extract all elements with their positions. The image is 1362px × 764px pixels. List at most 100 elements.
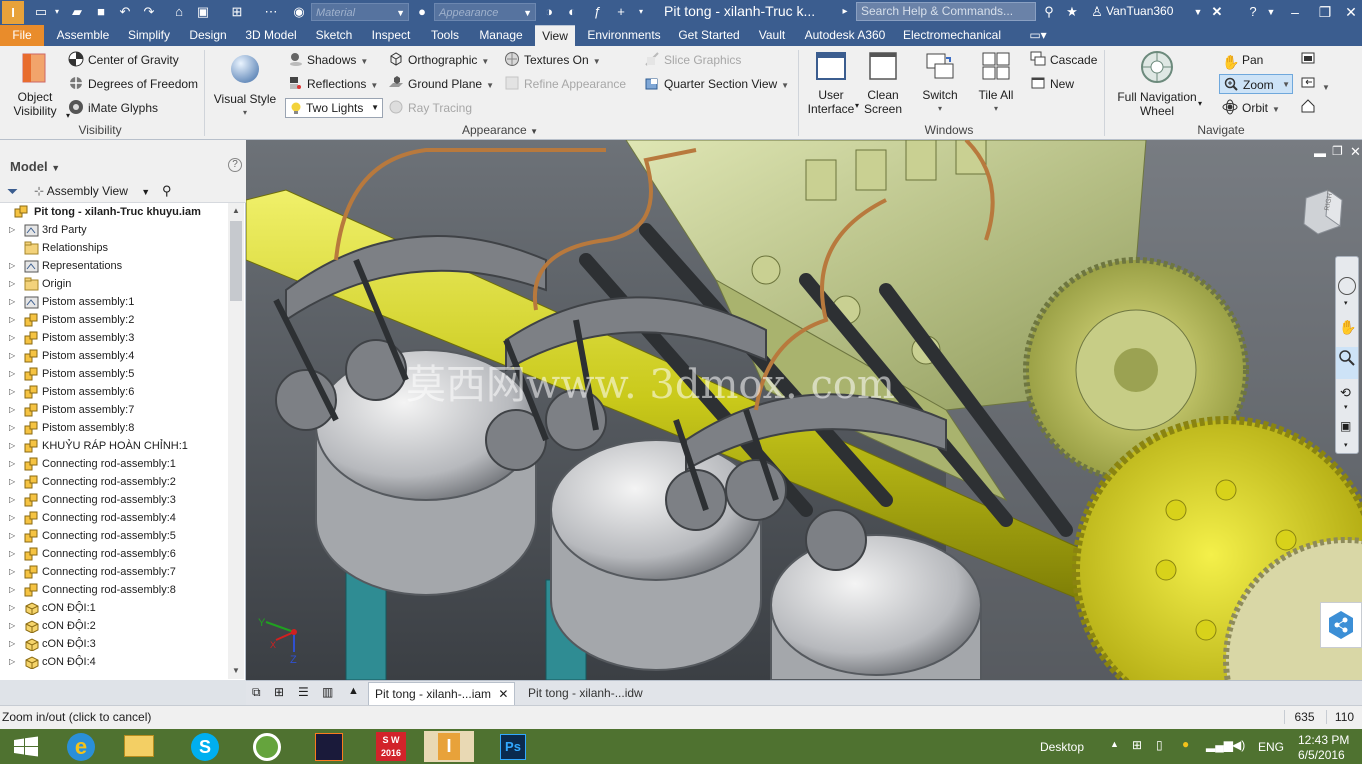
appearance-group-label[interactable]: Appearance ▼ <box>440 123 560 137</box>
tile-vertical-icon[interactable]: ▥ <box>322 685 333 699</box>
orthographic-button[interactable]: Orthographic ▼ <box>388 50 489 70</box>
expand-chevron-icon[interactable]: ▷ <box>9 617 15 635</box>
tree-node[interactable]: ▷ Connecting rod-assembly:7 <box>0 563 228 581</box>
orbit-button[interactable]: Orbit ▼ <box>1222 98 1280 118</box>
tile-all-dropdown-icon[interactable]: ▾ <box>972 102 1020 116</box>
tree-node[interactable]: ▷ Pistom assembly:7 <box>0 401 228 419</box>
user-interface-button[interactable]: User Interface <box>806 50 856 116</box>
tree-node[interactable]: ▷ Connecting rod-assembly:4 <box>0 509 228 527</box>
lighting-style-combo[interactable]: Two Lights ▼ <box>285 98 383 118</box>
tree-node[interactable]: ▷ Connecting rod-assembly:8 <box>0 581 228 599</box>
tree-node[interactable]: ▷ cON ĐỘI:2 <box>0 617 228 635</box>
user-dropdown-icon[interactable]: ▼ <box>1189 3 1207 21</box>
tree-node[interactable]: ▷ Pistom assembly:3 <box>0 329 228 347</box>
tab-electromechanical[interactable]: Electromechanical <box>898 25 1006 46</box>
close-icon[interactable]: ✕ <box>1336 0 1362 25</box>
object-visibility-button[interactable]: Object Visibility <box>8 52 62 118</box>
expand-chevron-icon[interactable]: ▷ <box>9 419 15 437</box>
clear-appearance-icon[interactable]: ◐ <box>563 3 581 21</box>
tray-windows-icon[interactable]: ⊞ <box>1132 738 1142 752</box>
tree-node[interactable]: ▷ Connecting rod-assembly:6 <box>0 545 228 563</box>
tab-design[interactable]: Design <box>182 25 234 46</box>
exchange-apps-icon[interactable]: ✕ <box>1208 3 1226 21</box>
clean-screen-button[interactable]: Clean Screen <box>860 50 906 116</box>
new-dropdown-icon[interactable]: ▾ <box>48 3 66 21</box>
view-face-button[interactable] <box>1300 50 1320 70</box>
tile-horizontal-icon[interactable]: ☰ <box>298 685 309 699</box>
ground-plane-dropdown-icon[interactable]: ▼ <box>486 81 494 90</box>
tab-autodesk-a360[interactable]: Autodesk A360 <box>798 25 892 46</box>
tile-all-button[interactable]: Tile All ▾ <box>972 50 1020 116</box>
material-combo[interactable]: Material ▼ <box>311 3 409 21</box>
inventor-app-icon[interactable]: I <box>2 1 24 24</box>
tree-node[interactable]: ▷ Connecting rod-assembly:1 <box>0 455 228 473</box>
shadows-button[interactable]: Shadows ▼ <box>287 50 368 70</box>
open-folder-icon[interactable]: ▰ <box>68 3 86 21</box>
scroll-up-icon[interactable]: ▲ <box>228 203 244 219</box>
navbar-orbit-dropdown-icon[interactable]: ▾ <box>1344 403 1348 411</box>
expand-chevron-icon[interactable]: ▷ <box>9 347 15 365</box>
graphics-viewport[interactable]: 莫西网www. 3dmox. com Y Z X ▬ ❐ ✕ RIGHT ▾ ✋ <box>246 140 1362 680</box>
expand-chevron-icon[interactable]: ▷ <box>9 509 15 527</box>
favorites-star-icon[interactable]: ★ <box>1063 3 1081 21</box>
save-icon[interactable]: ■ <box>92 3 110 21</box>
scroll-thumb[interactable] <box>230 221 242 301</box>
expand-chevron-icon[interactable]: ▷ <box>9 473 15 491</box>
home-view-button[interactable] <box>1300 98 1320 118</box>
doc-tab-idw[interactable]: Pit tong - xilanh-...idw <box>522 682 649 705</box>
visual-style-dropdown-icon[interactable]: ▾ <box>212 106 278 120</box>
home-icon[interactable]: ⌂ <box>170 3 188 21</box>
expand-chevron-icon[interactable]: ▷ <box>9 635 15 653</box>
ray-tracing-button[interactable]: Ray Tracing <box>388 98 472 118</box>
reflections-dropdown-icon[interactable]: ▼ <box>370 81 378 90</box>
navbar-orbit-icon[interactable]: ⟲ <box>1340 385 1351 401</box>
tab-get-started[interactable]: Get Started <box>672 25 746 46</box>
expand-chevron-icon[interactable]: ▷ <box>9 545 15 563</box>
slice-graphics-button[interactable]: Slice Graphics <box>644 50 741 70</box>
taskbar-ie[interactable]: e <box>56 731 106 762</box>
tree-node[interactable]: ▷ Representations <box>0 257 228 275</box>
browser-title[interactable]: Model ▼ <box>10 159 60 174</box>
tree-node[interactable]: ▷ Connecting rod-assembly:5 <box>0 527 228 545</box>
desktop-toolbar-label[interactable]: Desktop <box>1040 740 1084 754</box>
tab-environments[interactable]: Environments <box>582 25 666 46</box>
engine-model-render[interactable]: 莫西网www. 3dmox. com Y Z X <box>246 140 1362 680</box>
tree-node[interactable]: ▷ Pistom assembly:5 <box>0 365 228 383</box>
expand-chevron-icon[interactable]: ▷ <box>9 599 15 617</box>
tree-node[interactable]: Relationships <box>0 239 228 257</box>
center-of-gravity-button[interactable]: Center of Gravity <box>68 50 179 70</box>
find-binoculars-icon[interactable]: ⚲ <box>162 183 172 199</box>
browser-scrollbar[interactable]: ▲ ▼ <box>228 203 244 679</box>
orbit-dropdown-icon[interactable]: ▼ <box>1272 105 1280 114</box>
tree-node[interactable]: ▷ 3rd Party <box>0 221 228 239</box>
quarter-section-dropdown-icon[interactable]: ▼ <box>781 81 789 90</box>
tab-sketch[interactable]: Sketch <box>308 25 360 46</box>
orthographic-dropdown-icon[interactable]: ▼ <box>481 57 489 66</box>
switch-window-button[interactable]: Switch ▾ <box>916 50 964 116</box>
viewport-restore-icon[interactable]: ❐ <box>1332 144 1343 158</box>
expand-chevron-icon[interactable]: ▷ <box>9 293 15 311</box>
expand-chevron-icon[interactable]: ▷ <box>9 221 15 239</box>
tree-node[interactable]: ▷ Pistom assembly:8 <box>0 419 228 437</box>
user-icon[interactable]: ♙ <box>1088 3 1106 21</box>
tab-3d-model[interactable]: 3D Model <box>238 25 304 46</box>
textures-dropdown-icon[interactable]: ▼ <box>593 57 601 66</box>
cascade-button[interactable]: Cascade <box>1030 50 1097 70</box>
expand-chevron-icon[interactable]: ▷ <box>9 455 15 473</box>
previous-view-button[interactable]: ▼ <box>1300 74 1334 94</box>
navbar-pan-icon[interactable]: ✋ <box>1339 319 1356 336</box>
visual-style-button[interactable]: Visual Style ▾ <box>212 52 278 120</box>
tray-network-icon[interactable]: ▂▄▆ <box>1206 738 1233 752</box>
parameters-fx-icon[interactable]: ƒ <box>588 3 606 21</box>
update-icon[interactable]: ▣ <box>194 3 212 21</box>
taskbar-inventor[interactable]: I <box>424 731 474 762</box>
tree-node[interactable]: ▷ cON ĐỘI:4 <box>0 653 228 671</box>
tab-list-up-icon[interactable]: ▲ <box>348 685 359 697</box>
tree-node[interactable]: ▷ Pistom assembly:6 <box>0 383 228 401</box>
expand-chevron-icon[interactable]: ▷ <box>9 527 15 545</box>
nav-wheel-dropdown-icon[interactable]: ▾ <box>1198 94 1202 114</box>
viewport-close-icon[interactable]: ✕ <box>1350 144 1361 160</box>
reflections-button[interactable]: Reflections ▼ <box>287 74 378 94</box>
navbar-customize-icon[interactable]: ▾ <box>1344 441 1348 449</box>
switch-dropdown-icon[interactable]: ▾ <box>916 102 964 116</box>
